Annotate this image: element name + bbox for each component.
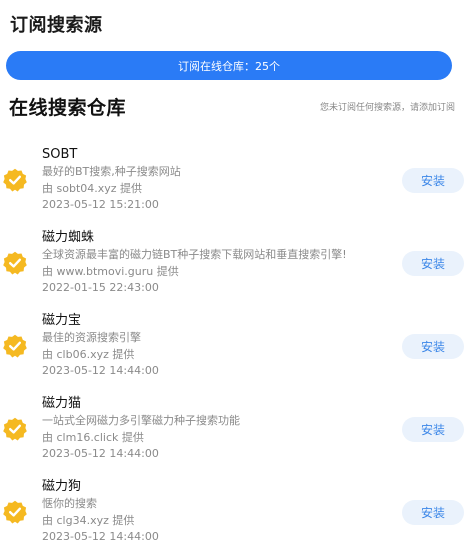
repo-description: 全球资源最丰富的磁力链BT种子搜索下载网站和垂直搜索引擎! xyxy=(42,248,347,261)
repo-description: 最佳的资源搜索引擎 xyxy=(42,331,141,344)
repo-description: 惬你的搜索 xyxy=(42,497,97,510)
verified-badge-icon xyxy=(3,417,27,441)
repo-name: 磁力猫 xyxy=(42,396,82,411)
repo-provider: 由 sobt04.xyz 提供 xyxy=(42,181,143,195)
repo-provider: 由 clb06.xyz 提供 xyxy=(42,347,135,361)
repo-date: 2023-05-12 14:44:00 xyxy=(42,530,159,543)
repo-provider: 由 clm16.click 提供 xyxy=(42,430,144,444)
install-button[interactable]: 安装 xyxy=(402,334,464,359)
section-title: 在线搜索仓库 xyxy=(9,97,127,119)
repo-list: SOBT 最好的BT搜索,种子搜索网站 由 sobt04.xyz 提供 2023… xyxy=(0,138,467,553)
repo-provider: 由 clg34.xyz 提供 xyxy=(42,513,135,527)
install-button[interactable]: 安装 xyxy=(402,251,464,276)
install-button[interactable]: 安装 xyxy=(402,500,464,525)
repo-name: 磁力狗 xyxy=(42,479,82,494)
repo-info: SOBT 最好的BT搜索,种子搜索网站 由 sobt04.xyz 提供 2023… xyxy=(42,146,382,214)
subscribed-repos-button[interactable]: 订阅在线仓库：25个 xyxy=(6,51,452,80)
repo-name: 磁力蜘蛛 xyxy=(42,230,95,245)
repo-item: 磁力蜘蛛 全球资源最丰富的磁力链BT种子搜索下载网站和垂直搜索引擎! 由 www… xyxy=(0,221,467,304)
repo-item: 磁力狗 惬你的搜索 由 clg34.xyz 提供 2023-05-12 14:4… xyxy=(0,470,467,553)
repo-date: 2023-05-12 14:44:00 xyxy=(42,447,159,460)
page-title: 订阅搜索源 xyxy=(10,15,103,36)
verified-badge-icon xyxy=(3,334,27,358)
repo-item: 磁力猫 一站式全网磁力多引擎磁力种子搜索功能 由 clm16.click 提供 … xyxy=(0,387,467,470)
repo-info: 磁力宝 最佳的资源搜索引擎 由 clb06.xyz 提供 2023-05-12 … xyxy=(42,312,382,380)
repo-name: SOBT xyxy=(42,147,78,162)
repo-info: 磁力蜘蛛 全球资源最丰富的磁力链BT种子搜索下载网站和垂直搜索引擎! 由 www… xyxy=(42,229,382,297)
repo-date: 2023-05-12 14:44:00 xyxy=(42,364,159,377)
repo-name: 磁力宝 xyxy=(42,313,82,328)
repo-info: 磁力狗 惬你的搜索 由 clg34.xyz 提供 2023-05-12 14:4… xyxy=(42,478,382,546)
repo-description: 最好的BT搜索,种子搜索网站 xyxy=(42,165,181,178)
subscription-hint: 您未订阅任何搜索源，请添加订阅 xyxy=(319,103,455,113)
repo-item: 磁力宝 最佳的资源搜索引擎 由 clb06.xyz 提供 2023-05-12 … xyxy=(0,304,467,387)
repo-provider: 由 www.btmovi.guru 提供 xyxy=(42,264,179,278)
install-button[interactable]: 安装 xyxy=(402,417,464,442)
repo-date: 2023-05-12 15:21:00 xyxy=(42,198,159,211)
install-button[interactable]: 安装 xyxy=(402,168,464,193)
repo-description: 一站式全网磁力多引擎磁力种子搜索功能 xyxy=(42,414,240,427)
verified-badge-icon xyxy=(3,168,27,192)
repo-date: 2022-01-15 22:43:00 xyxy=(42,281,159,294)
verified-badge-icon xyxy=(3,251,27,275)
repo-info: 磁力猫 一站式全网磁力多引擎磁力种子搜索功能 由 clm16.click 提供 … xyxy=(42,395,382,463)
verified-badge-icon xyxy=(3,500,27,524)
repo-item: SOBT 最好的BT搜索,种子搜索网站 由 sobt04.xyz 提供 2023… xyxy=(0,138,467,221)
